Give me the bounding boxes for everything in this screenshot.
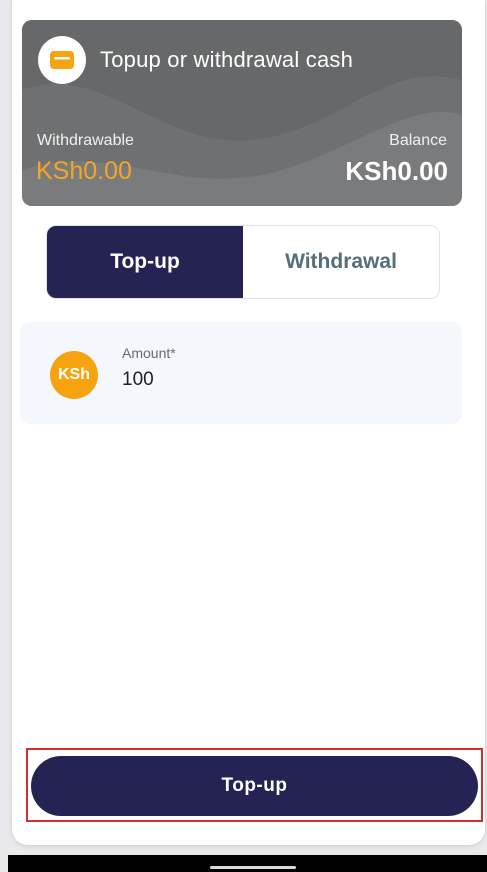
topup-withdrawal-toggle: Top-up Withdrawal — [46, 225, 440, 299]
system-nav-bar — [8, 855, 487, 872]
tab-withdrawal[interactable]: Withdrawal — [243, 226, 439, 298]
highlight-box: Top-up — [26, 748, 483, 822]
tab-top-up[interactable]: Top-up — [47, 226, 243, 298]
balance-label: Balance — [389, 132, 447, 149]
currency-badge: KSh — [50, 351, 98, 399]
withdrawable-label: Withdrawable — [37, 132, 134, 149]
amount-label: Amount* — [122, 345, 176, 361]
amount-field[interactable]: KSh Amount* 100 — [20, 322, 462, 424]
balance-value: KSh0.00 — [345, 156, 448, 186]
wallet-card-icon — [38, 36, 86, 84]
withdrawable-value: KSh0.00 — [36, 157, 132, 185]
home-handle[interactable] — [210, 866, 296, 869]
top-up-button[interactable]: Top-up — [31, 756, 478, 816]
card-title: Topup or withdrawal cash — [100, 47, 354, 72]
amount-input-value[interactable]: 100 — [122, 369, 154, 391]
balance-card: Topup or withdrawal cash Withdrawable Ba… — [22, 20, 462, 206]
screen: Topup or withdrawal cash Withdrawable Ba… — [0, 0, 487, 872]
